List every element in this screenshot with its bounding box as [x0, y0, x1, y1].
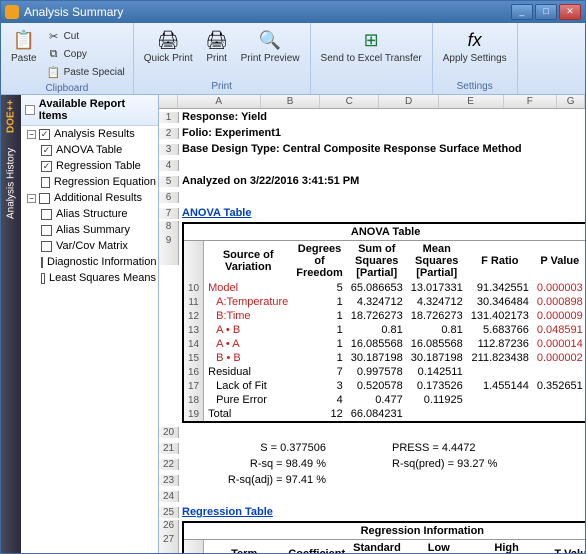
- checkbox[interactable]: ✓: [41, 145, 52, 156]
- table-row: 13A • B10.810.815.6837660.048591: [184, 323, 585, 337]
- checkbox[interactable]: [41, 273, 45, 284]
- print-button[interactable]: 🖨Print: [199, 25, 235, 79]
- response-label: Response: Yield: [179, 110, 270, 124]
- cut-icon: ✂: [47, 29, 61, 43]
- table-row: 12B:Time118.72627318.726273131.4021730.0…: [184, 309, 585, 323]
- table-row: 11A:Temperature14.3247124.32471230.34648…: [184, 295, 585, 309]
- checkbox[interactable]: [41, 177, 50, 188]
- print-icon: 🖨: [205, 28, 229, 52]
- analyzed-on-label: Analyzed on 3/22/2016 3:41:51 PM: [179, 174, 362, 188]
- tree-diagnostic-info[interactable]: Diagnostic Information: [21, 254, 158, 270]
- checkbox[interactable]: [41, 257, 43, 268]
- anova-table: ANOVA Table Source of VariationDegrees o…: [182, 222, 585, 423]
- group-clipboard-label: Clipboard: [5, 81, 129, 94]
- print-preview-icon: 🔍: [258, 28, 282, 52]
- maximize-button[interactable]: □: [535, 4, 557, 20]
- side-tab-history[interactable]: Analysis History: [6, 148, 17, 219]
- tree-regression-equation[interactable]: Regression Equation: [21, 174, 158, 190]
- print-preview-button[interactable]: 🔍Print Preview: [235, 25, 306, 79]
- checkbox[interactable]: ✓: [39, 129, 50, 140]
- design-type-label: Base Design Type: Central Composite Resp…: [179, 142, 525, 156]
- tree-header: Available Report Items: [21, 95, 158, 126]
- side-tab-doe[interactable]: DOE++: [6, 100, 17, 133]
- checkbox[interactable]: ✓: [41, 161, 52, 172]
- checkbox[interactable]: [41, 209, 52, 220]
- paste-button[interactable]: 📋 Paste: [5, 25, 43, 81]
- table-row: 15B • B130.18719830.187198211.8234380.00…: [184, 351, 585, 365]
- title-bar: Analysis Summary _ □ ✕: [1, 1, 585, 23]
- group-print-label: Print: [138, 79, 306, 92]
- table-row: 19Total1266.084231: [184, 407, 585, 421]
- tree-varcov-matrix[interactable]: Var/Cov Matrix: [21, 238, 158, 254]
- tree-analysis-results[interactable]: −✓Analysis Results: [21, 126, 158, 142]
- spreadsheet[interactable]: ABC DEFG 1Response: Yield 2Folio: Experi…: [159, 95, 585, 553]
- apply-settings-button[interactable]: fxApply Settings: [437, 25, 513, 79]
- tree-regression-table[interactable]: ✓Regression Table: [21, 158, 158, 174]
- regression-table: Regression Information TermCoefficientSt…: [182, 521, 585, 553]
- paste-icon: 📋: [12, 28, 36, 52]
- paste-special-button[interactable]: 📋Paste Special: [43, 63, 129, 81]
- row-header: 1: [159, 112, 179, 123]
- tree-toggle-icon[interactable]: [25, 105, 35, 115]
- table-row: 18Pure Error40.4770.11925: [184, 393, 585, 407]
- table-row: 16Residual70.9975780.142511: [184, 365, 585, 379]
- group-settings-label: Settings: [437, 79, 513, 92]
- anova-link[interactable]: ANOVA Table: [179, 206, 254, 220]
- tree-alias-structure[interactable]: Alias Structure: [21, 206, 158, 222]
- folio-label: Folio: Experiment1: [179, 126, 284, 140]
- checkbox[interactable]: [39, 193, 50, 204]
- report-tree: Available Report Items −✓Analysis Result…: [21, 95, 159, 553]
- table-row: 14A • A116.08556816.085568112.872360.000…: [184, 337, 585, 351]
- regression-link[interactable]: Regression Table: [179, 505, 276, 519]
- tree-ls-means[interactable]: Least Squares Means: [21, 270, 158, 286]
- regression-title: Regression Information: [184, 523, 585, 540]
- side-tabs[interactable]: Analysis History DOE++: [1, 95, 21, 553]
- copy-icon: ⧉: [47, 47, 61, 61]
- ribbon: 📋 Paste ✂Cut ⧉Copy 📋Paste Special Clipbo…: [1, 23, 585, 95]
- collapse-icon[interactable]: −: [27, 130, 36, 139]
- close-button[interactable]: ✕: [559, 4, 581, 20]
- tree-alias-summary[interactable]: Alias Summary: [21, 222, 158, 238]
- tree-additional-results[interactable]: −Additional Results: [21, 190, 158, 206]
- anova-title: ANOVA Table: [184, 224, 585, 241]
- checkbox[interactable]: [41, 225, 52, 236]
- window-title: Analysis Summary: [24, 5, 509, 19]
- app-icon: [5, 5, 19, 19]
- minimize-button[interactable]: _: [511, 4, 533, 20]
- column-headers: ABC DEFG: [159, 95, 585, 109]
- fx-icon: fx: [463, 28, 487, 52]
- checkbox[interactable]: [41, 241, 52, 252]
- excel-icon: ⊞: [359, 28, 383, 52]
- quick-print-icon: 🖨: [156, 28, 180, 52]
- tree-anova-table[interactable]: ✓ANOVA Table: [21, 142, 158, 158]
- table-row: 10Model565.08665313.01733191.3425510.000…: [184, 281, 585, 295]
- copy-button[interactable]: ⧉Copy: [43, 45, 129, 63]
- send-excel-button[interactable]: ⊞Send to Excel Transfer: [315, 25, 428, 92]
- quick-print-button[interactable]: 🖨Quick Print: [138, 25, 199, 79]
- table-row: 17Lack of Fit30.5205780.1735261.4551440.…: [184, 379, 585, 393]
- collapse-icon[interactable]: −: [27, 194, 36, 203]
- cut-button[interactable]: ✂Cut: [43, 27, 129, 45]
- paste-special-icon: 📋: [47, 65, 61, 79]
